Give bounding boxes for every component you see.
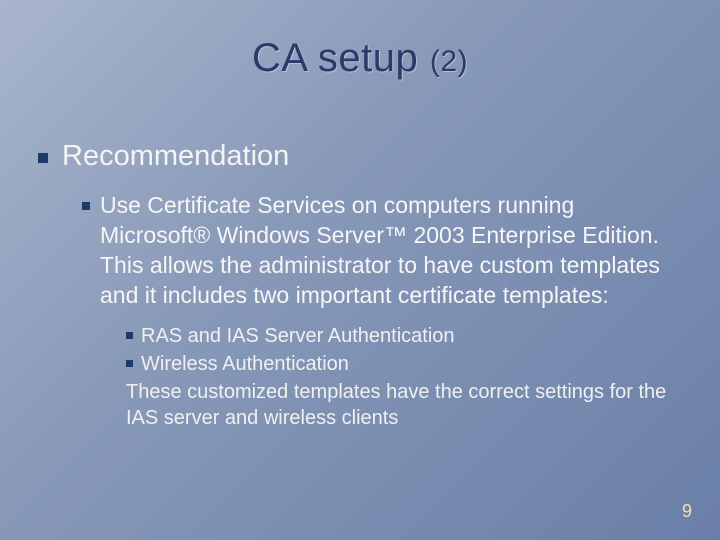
bullet-level3-text: RAS and IAS Server Authentication — [141, 323, 682, 349]
bullet-level1: Recommendation — [38, 140, 682, 173]
slide-title: CA setup (2) — [0, 36, 720, 81]
bullet-level1-text: Recommendation — [62, 140, 289, 172]
level3-trailer-text: These customized templates have the corr… — [126, 379, 682, 431]
square-bullet-icon — [126, 332, 133, 339]
slide: CA setup (2) Recommendation Use Certific… — [0, 0, 720, 540]
bullet-level3: Wireless Authentication — [126, 351, 682, 377]
level3-group: RAS and IAS Server Authentication Wirele… — [126, 323, 682, 431]
bullet-level3: RAS and IAS Server Authentication — [126, 323, 682, 349]
content-area: Recommendation Use Certificate Services … — [38, 140, 682, 431]
square-bullet-icon — [82, 202, 90, 210]
bullet-level3-text: Wireless Authentication — [141, 351, 682, 377]
bullet-level2-text: Use Certificate Services on computers ru… — [100, 191, 682, 311]
page-number: 9 — [682, 501, 692, 522]
square-bullet-icon — [38, 153, 48, 163]
title-sub: (2) — [430, 45, 468, 78]
level2-group: Use Certificate Services on computers ru… — [82, 191, 682, 431]
bullet-level2: Use Certificate Services on computers ru… — [82, 191, 682, 311]
square-bullet-icon — [126, 360, 133, 367]
title-main: CA setup — [252, 36, 418, 80]
